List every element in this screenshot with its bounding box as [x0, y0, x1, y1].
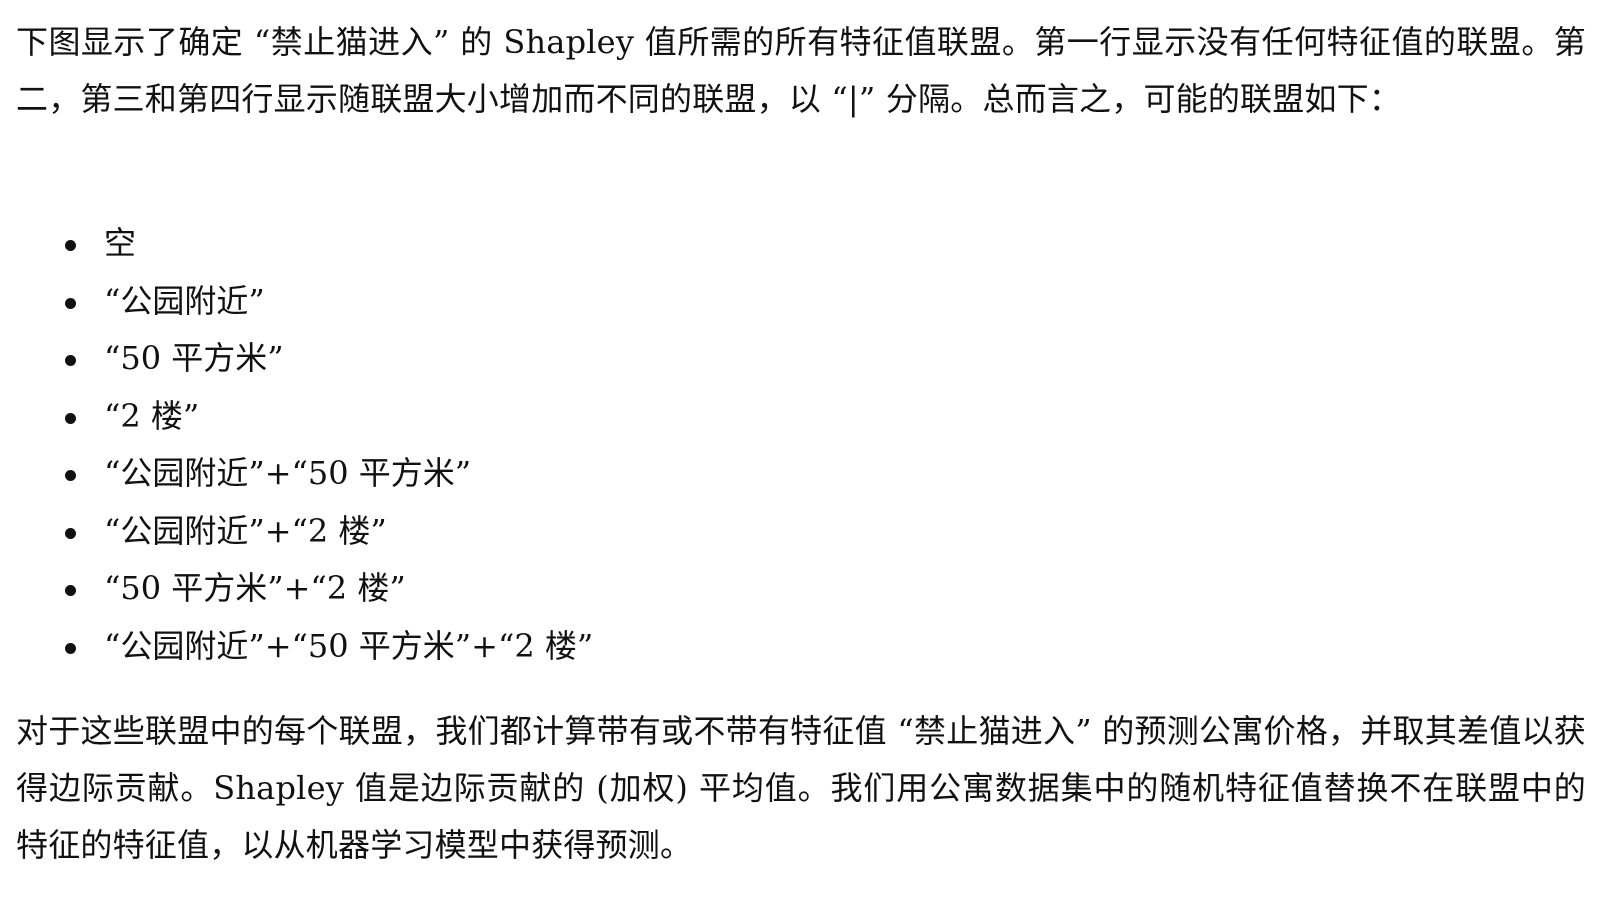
bullet-icon [65, 412, 76, 424]
list-item: “公园附近” [16, 273, 1586, 331]
list-item: “公园附近”+“50 平方米”+“2 楼” [16, 618, 1586, 676]
bullet-icon [65, 240, 76, 251]
list-item: “2 楼” [16, 388, 1586, 446]
list-item-text: 空 [104, 224, 137, 262]
list-item: 空 [16, 215, 1586, 273]
list-item-text: “50 平方米” [104, 339, 284, 377]
intro-paragraph: 下图显示了确定 “禁止猫进入” 的 Shapley 值所需的所有特征值联盟。第一… [16, 23, 1586, 118]
list-item-text: “公园附近”+“2 楼” [104, 511, 387, 550]
list-item: “50 平方米” [16, 330, 1586, 388]
list-item: “50 平方米”+“2 楼” [16, 560, 1586, 618]
outro-paragraph: 对于这些联盟中的每个联盟，我们都计算带有或不带有特征值 “禁止猫进入” 的预测公… [16, 712, 1586, 864]
list-item-text: “公园附近” [104, 281, 265, 320]
bullet-icon [65, 527, 76, 539]
list-item-text: “50 平方米”+“2 楼” [104, 569, 406, 607]
bullet-icon [65, 585, 76, 596]
list-item: “公园附近”+“2 楼” [16, 503, 1586, 561]
document-page: 下图显示了确定 “禁止猫进入” 的 Shapley 值所需的所有特征值联盟。第一… [16, 14, 1586, 874]
coalition-list: 空 “公园附近” “50 平方米” “2 楼” “公园附近”+“50 平方米” … [16, 215, 1586, 675]
bullet-icon [65, 642, 76, 654]
bullet-icon [65, 355, 76, 366]
bullet-icon [65, 297, 76, 309]
list-item-text: “公园附近”+“50 平方米” [104, 454, 472, 492]
bullet-icon [65, 470, 76, 481]
list-item: “公园附近”+“50 平方米” [16, 445, 1586, 503]
list-item-text: “2 楼” [104, 396, 200, 435]
list-item-text: “公园附近”+“50 平方米”+“2 楼” [104, 626, 594, 665]
